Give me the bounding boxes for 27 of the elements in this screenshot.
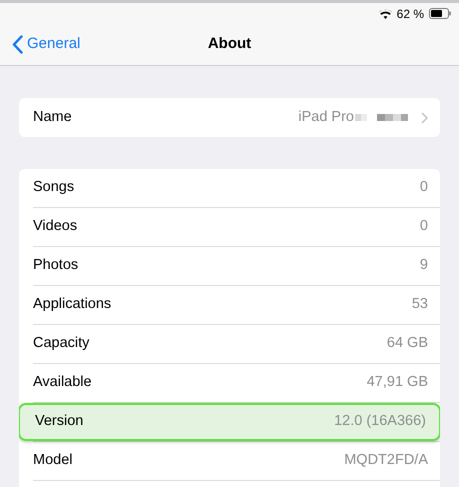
row-value: 53	[412, 295, 428, 314]
back-button[interactable]: General	[0, 33, 80, 56]
back-chevron-icon	[12, 35, 23, 54]
row-label: Songs	[33, 178, 74, 198]
battery-icon	[429, 8, 451, 19]
row-value: 0	[420, 217, 428, 236]
row-label: Capacity	[33, 334, 90, 354]
battery-percentage: 62 %	[396, 6, 424, 22]
row-value: 47,91 GB	[366, 373, 428, 392]
row-label: Applications	[33, 295, 112, 314]
row-label: Model	[33, 451, 72, 470]
page-title: About	[208, 34, 252, 54]
chevron-right-icon	[421, 112, 428, 124]
wifi-icon	[378, 8, 392, 18]
row-label: Videos	[33, 217, 78, 236]
row-label: Photos	[33, 256, 78, 276]
redacted-mark	[355, 113, 411, 122]
row-value: 64 GB	[386, 334, 428, 354]
row-label: Available	[33, 373, 92, 392]
row-value: 9	[420, 256, 428, 276]
row-value: iPad Pro	[298, 108, 354, 127]
row-label: Version	[35, 412, 84, 432]
row-value: MQDT2FD/A	[344, 451, 428, 470]
row-label: Name	[33, 108, 72, 127]
row-value: 12.0 (16A366)	[334, 412, 426, 432]
name-row[interactable]: Name iPad Pro	[19, 98, 440, 137]
row-value: 0	[420, 178, 428, 198]
